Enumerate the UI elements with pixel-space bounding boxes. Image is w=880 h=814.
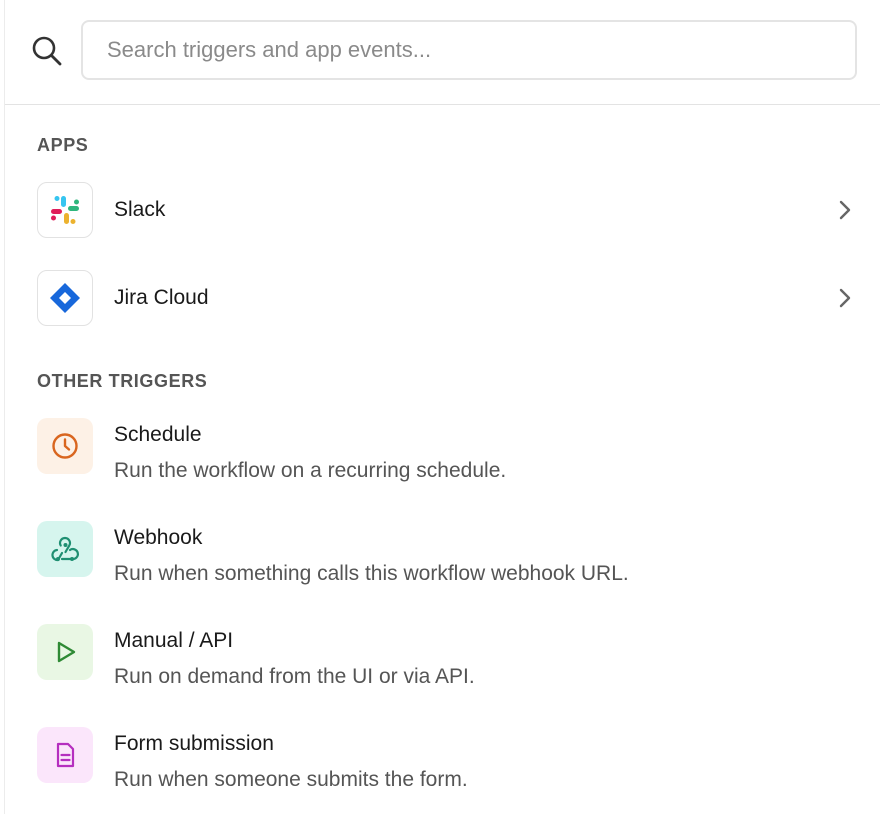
trigger-description: Run when someone submits the form.	[114, 768, 468, 791]
trigger-picker-panel: APPS Slack Jira C	[4, 0, 880, 814]
trigger-item-form-submission[interactable]: Form submission Run when someone submits…	[37, 727, 857, 807]
search-input[interactable]	[81, 20, 857, 80]
trigger-description: Run on demand from the UI or via API.	[114, 665, 475, 688]
jira-logo-icon	[37, 270, 93, 326]
document-icon	[37, 727, 93, 783]
trigger-description: Run when something calls this workflow w…	[114, 562, 629, 585]
play-icon	[37, 624, 93, 680]
search-bar	[5, 0, 880, 105]
trigger-title: Manual / API	[114, 629, 234, 652]
search-icon	[32, 36, 62, 66]
webhook-icon	[37, 521, 93, 577]
section-title-apps: APPS	[37, 135, 89, 155]
section-title-other-triggers: OTHER TRIGGERS	[37, 371, 208, 391]
chevron-right-icon	[839, 288, 851, 308]
trigger-title: Form submission	[114, 732, 274, 755]
trigger-item-schedule[interactable]: Schedule Run the workflow on a recurring…	[37, 418, 857, 498]
trigger-title: Webhook	[114, 526, 203, 549]
slack-logo-icon	[37, 182, 93, 238]
clock-icon	[37, 418, 93, 474]
trigger-description: Run the workflow on a recurring schedule…	[114, 459, 507, 482]
trigger-title: Schedule	[114, 423, 202, 446]
app-item-jira-cloud[interactable]: Jira Cloud	[37, 270, 857, 328]
trigger-item-webhook[interactable]: Webhook Run when something calls this wo…	[37, 521, 857, 601]
trigger-item-manual-api[interactable]: Manual / API Run on demand from the UI o…	[37, 624, 857, 704]
app-item-slack[interactable]: Slack	[37, 182, 857, 240]
app-label: Jira Cloud	[114, 286, 209, 309]
app-label: Slack	[114, 198, 166, 221]
chevron-right-icon	[839, 200, 851, 220]
